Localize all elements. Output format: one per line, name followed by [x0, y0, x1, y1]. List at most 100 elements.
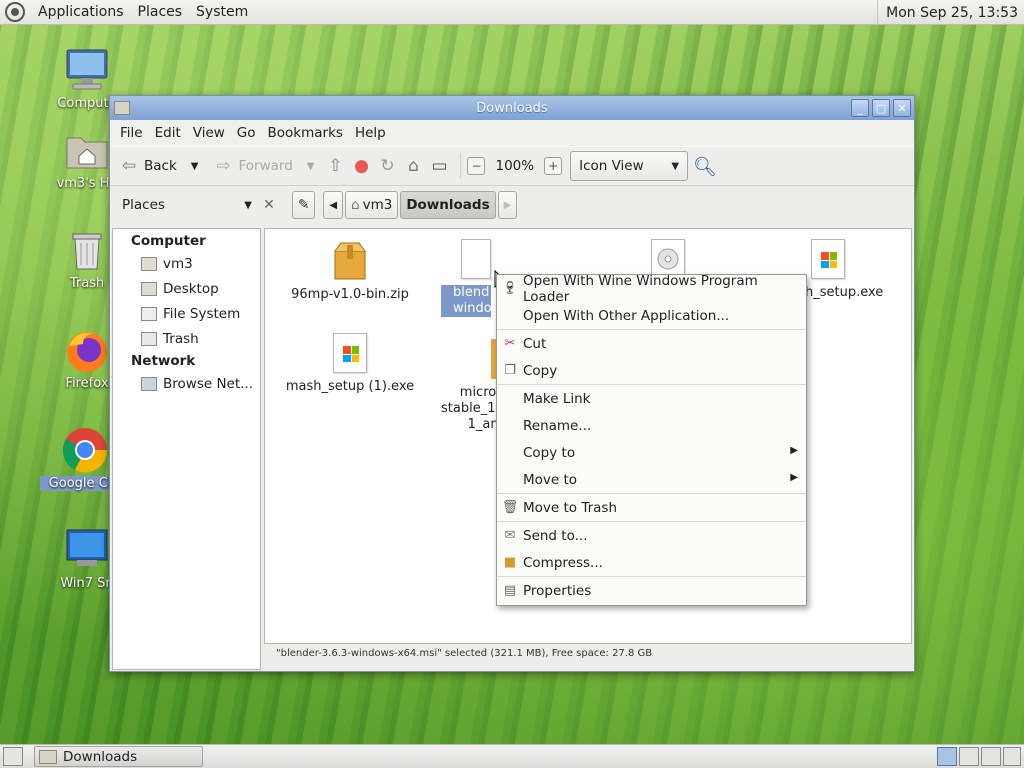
- zoom-level: 100%: [495, 158, 535, 174]
- home-icon[interactable]: ⌂: [402, 155, 424, 177]
- edit-icon: ✎: [298, 197, 310, 213]
- menu-applications[interactable]: Applications: [31, 4, 131, 20]
- top-panel: Applications Places System Mon Sep 25, 1…: [0, 0, 1024, 25]
- file-item-96mp-zip[interactable]: 96mp-v1.0-bin.zip: [275, 241, 425, 303]
- sidebar-item-trash[interactable]: Trash: [113, 326, 260, 351]
- zoom-in-button[interactable]: +: [544, 157, 563, 175]
- maximize-button[interactable]: □: [872, 99, 890, 117]
- sidebar-item-browse-network[interactable]: Browse Net...: [113, 371, 260, 396]
- toggle-location-entry-button[interactable]: ✎: [292, 191, 316, 219]
- properties-icon: ▤: [503, 583, 517, 598]
- minimize-button[interactable]: _: [851, 99, 869, 117]
- submenu-arrow-icon: ▶: [790, 445, 798, 456]
- workspace-4[interactable]: [1003, 747, 1021, 766]
- sidebar-heading-computer: Computer: [131, 233, 206, 249]
- toolbar: ⇦ Back ▼ ⇨ Forward ▼ ⇧ ● ↻ ⌂ ▭ − 100% + …: [110, 146, 914, 186]
- menu-bookmarks[interactable]: Bookmarks: [262, 125, 349, 141]
- archive-icon: ■: [503, 555, 517, 570]
- sidebar-heading-network: Network: [131, 353, 196, 369]
- scissors-icon: ✂: [504, 336, 516, 351]
- forward-history-dropdown-icon[interactable]: ▼: [307, 161, 315, 172]
- menu-item-copy[interactable]: ❐ Copy: [497, 357, 806, 384]
- close-button[interactable]: ✕: [893, 99, 911, 117]
- desktop-folder-icon: [141, 281, 157, 296]
- taskbar-item-downloads[interactable]: Downloads: [34, 746, 203, 767]
- sidebar-pane-select[interactable]: Places ▼: [114, 197, 260, 213]
- menu-item-properties[interactable]: ▤ Properties: [497, 577, 806, 604]
- toolbar-separator: [460, 153, 462, 179]
- menu-item-move-to-trash[interactable]: 🗑︎ Move to Trash: [497, 494, 806, 521]
- chevron-down-icon: ▼: [671, 160, 680, 172]
- exe-file-icon: [811, 239, 845, 279]
- sidebar-item-vm3[interactable]: vm3: [113, 251, 260, 276]
- menu-file[interactable]: File: [114, 125, 149, 141]
- workspace-2[interactable]: [959, 747, 979, 766]
- submenu-arrow-icon: ▶: [790, 472, 798, 483]
- forward-button[interactable]: ⇨ Forward ▼: [212, 155, 314, 177]
- wine-icon: 🍷︎: [501, 281, 519, 296]
- menu-item-open-with-wine[interactable]: 🍷︎ Open With Wine Windows Program Loader: [497, 273, 806, 305]
- menu-item-cut[interactable]: ✂ Cut: [497, 330, 806, 357]
- places-sidebar: Computer vm3 Desktop File System Trash N…: [112, 228, 261, 670]
- back-button[interactable]: ⇦ Back ▼: [118, 155, 199, 177]
- win7-icon: [63, 526, 111, 574]
- menu-item-make-link[interactable]: Make Link: [497, 385, 806, 412]
- menu-edit[interactable]: Edit: [149, 125, 187, 141]
- menu-system[interactable]: System: [189, 4, 255, 20]
- file-item-setup-exe[interactable]: h_setup.exe: [805, 239, 905, 301]
- menu-go[interactable]: Go: [231, 125, 262, 141]
- menu-item-send-to[interactable]: ✉ Send to...: [497, 522, 806, 549]
- view-mode-select[interactable]: Icon View ▼: [570, 151, 689, 181]
- msi-file-icon: [461, 239, 491, 279]
- bottom-panel: Downloads: [0, 744, 1024, 768]
- home-folder-icon: [63, 126, 111, 174]
- workspace-1[interactable]: [937, 747, 957, 766]
- sidebar-item-file-system[interactable]: File System: [113, 301, 260, 326]
- computer-icon[interactable]: ▭: [428, 155, 450, 177]
- distro-logo-icon[interactable]: [5, 2, 25, 22]
- network-icon: [141, 376, 157, 391]
- chrome-icon: [61, 426, 109, 474]
- menu-item-compress[interactable]: ■ Compress...: [497, 549, 806, 576]
- home-folder-icon: [141, 256, 157, 271]
- folder-icon: [39, 749, 57, 764]
- home-folder-icon: ⌂: [351, 197, 360, 213]
- sidebar-item-desktop[interactable]: Desktop: [113, 276, 260, 301]
- menu-item-open-with-other[interactable]: Open With Other Application...: [497, 302, 806, 329]
- path-crumb-downloads[interactable]: Downloads: [400, 191, 496, 219]
- show-desktop-icon[interactable]: [3, 747, 23, 766]
- back-history-dropdown-icon[interactable]: ▼: [191, 161, 199, 172]
- up-arrow-icon[interactable]: ⇧: [324, 155, 346, 177]
- send-icon: ✉: [504, 528, 516, 543]
- workspace-3[interactable]: [981, 747, 1001, 766]
- menu-item-rename[interactable]: Rename...: [497, 412, 806, 439]
- path-scroll-left-button[interactable]: ◀: [323, 191, 344, 219]
- archive-icon: [333, 241, 367, 281]
- chevron-down-icon: ▼: [244, 199, 252, 211]
- zoom-out-button[interactable]: −: [467, 157, 486, 175]
- clock[interactable]: Mon Sep 25, 13:53: [877, 0, 1024, 25]
- computer-icon: [63, 46, 111, 94]
- stop-icon[interactable]: ●: [350, 155, 372, 177]
- menu-item-move-to[interactable]: Move to ▶: [497, 466, 806, 493]
- file-item-mash-setup-exe[interactable]: mash_setup (1).exe: [275, 333, 425, 395]
- reload-icon[interactable]: ↻: [376, 155, 398, 177]
- menu-view[interactable]: View: [187, 125, 231, 141]
- copy-icon: ❐: [504, 363, 516, 378]
- close-sidebar-icon[interactable]: ✕: [260, 197, 278, 213]
- trash-icon: [141, 331, 157, 346]
- drive-icon: [141, 306, 157, 321]
- menubar: File Edit View Go Bookmarks Help: [110, 120, 914, 146]
- menu-places[interactable]: Places: [131, 4, 190, 20]
- path-scroll-right-button[interactable]: ▶: [497, 191, 518, 219]
- status-bar: "blender-3.6.3-windows-x64.msi" selected…: [276, 648, 653, 659]
- menu-help[interactable]: Help: [349, 125, 392, 141]
- window-titlebar[interactable]: Downloads _ □ ✕: [110, 96, 914, 120]
- search-icon[interactable]: 🔍︎: [693, 155, 717, 178]
- back-arrow-icon: ⇦: [121, 156, 137, 176]
- exe-file-icon: [333, 333, 367, 373]
- forward-arrow-icon: ⇨: [216, 156, 231, 176]
- window-title: Downloads: [476, 100, 548, 116]
- menu-item-copy-to[interactable]: Copy to ▶: [497, 439, 806, 466]
- path-crumb-vm3[interactable]: ⌂ vm3: [345, 191, 399, 219]
